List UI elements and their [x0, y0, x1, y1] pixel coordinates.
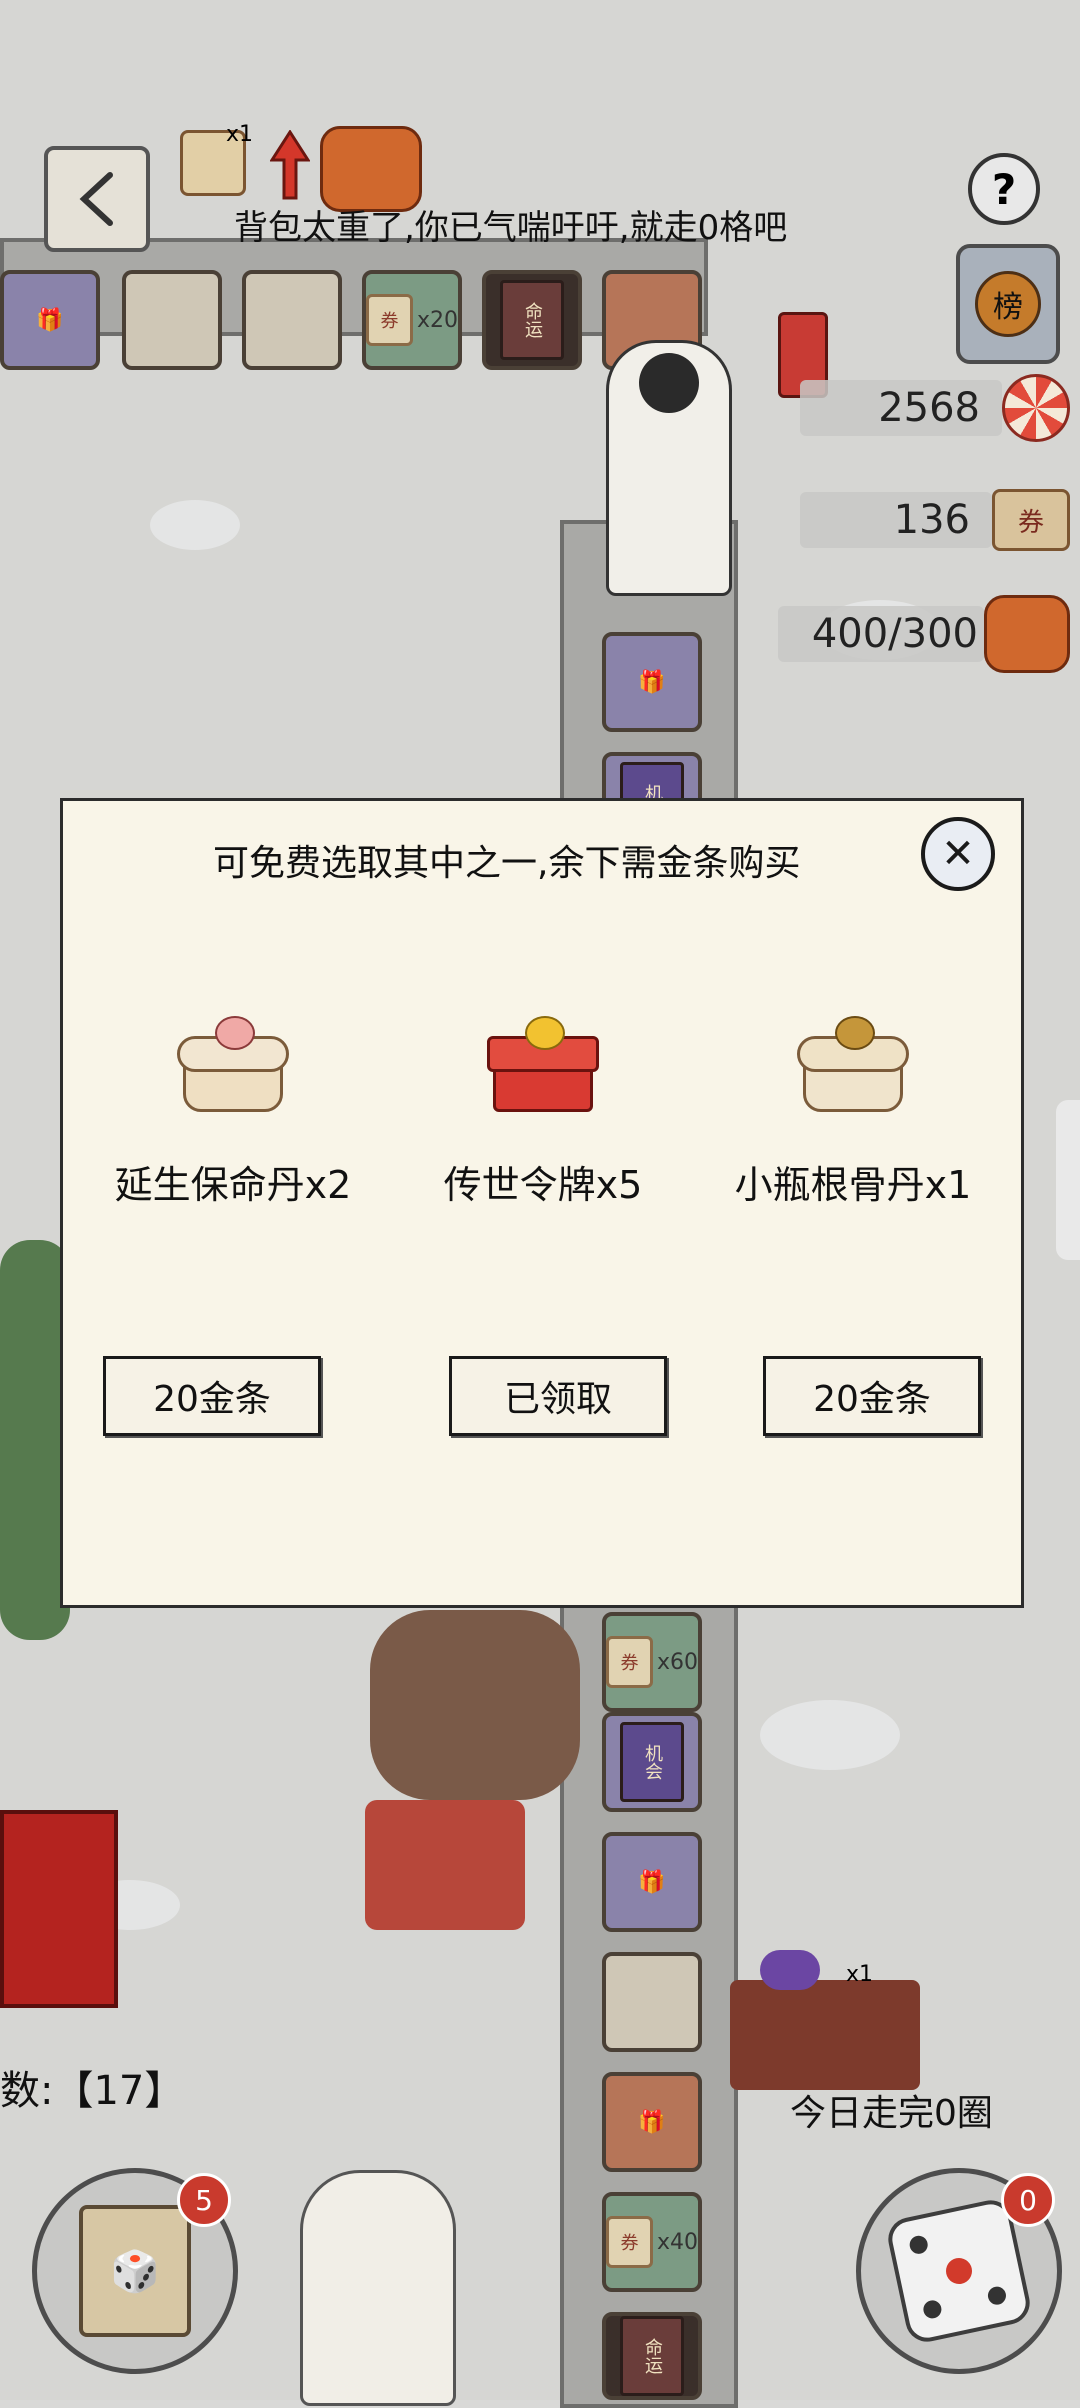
ticket-icon: 券: [992, 489, 1070, 551]
ticket-count: x20: [416, 307, 458, 333]
candy-count: x1: [846, 1962, 874, 1987]
character-hair: [639, 353, 699, 413]
help-button[interactable]: ?: [968, 153, 1040, 225]
option-3[interactable]: 小瓶根骨丹x1: [703, 1016, 1003, 1209]
close-button[interactable]: ✕: [921, 817, 995, 891]
tile-ticket: 券 x40: [602, 2192, 702, 2292]
option-1-label: 延生保命丹x2: [114, 1163, 352, 1207]
snowman-icecream-decoration: [300, 2170, 456, 2406]
close-icon: ✕: [941, 831, 975, 877]
option-3-label: 小瓶根骨丹x1: [734, 1163, 972, 1207]
free-pick-dialog: 可免费选取其中之一,余下需金条购买 ✕ 延生保命丹x2 传世令牌x5 小瓶根骨丹…: [60, 798, 1024, 1608]
roll-dice-button[interactable]: 0: [856, 2168, 1062, 2374]
snow-patch: [150, 500, 240, 550]
tile-gift: 🎁: [602, 2072, 702, 2172]
ticket-count: x40: [656, 2229, 698, 2255]
round-gift-icon: [797, 1016, 909, 1116]
option-1[interactable]: 延生保命丹x2: [83, 1016, 383, 1209]
tile-chance: 机会: [602, 1712, 702, 1812]
teddy-bear-decoration: [370, 1610, 580, 1800]
candy-shop-decoration: [365, 1800, 525, 1930]
tile-fate: 命运: [482, 270, 582, 370]
lollipop-icon: [1002, 374, 1070, 442]
lollipop-resource: 2568: [800, 374, 1070, 442]
steps-remaining-text: 数:【17】: [0, 2068, 185, 2114]
dice-badge: 0: [1001, 2173, 1055, 2227]
red-gift-icon: [487, 1016, 599, 1116]
fate-book-icon: 命运: [500, 280, 564, 360]
option-2-label: 传世令牌x5: [443, 1163, 643, 1207]
tile-gift-shop: 🎁: [602, 1832, 702, 1932]
cards-badge: 5: [177, 2173, 231, 2227]
candy-icon: [760, 1950, 820, 1990]
back-arrow-icon: [79, 172, 113, 226]
claimed-option-2-button[interactable]: 已领取: [449, 1356, 667, 1436]
tile-empty: [602, 1952, 702, 2052]
backpack-load: 400/300: [778, 606, 984, 662]
cards-icon: 🎲: [79, 2205, 191, 2337]
side-drawer-handle[interactable]: [1056, 1100, 1080, 1260]
fate-book-icon: 命运: [620, 2316, 684, 2396]
option-2[interactable]: 传世令牌x5: [393, 1016, 693, 1209]
leaderboard-button[interactable]: 榜: [956, 244, 1060, 364]
ticket-icon: 券: [606, 1636, 653, 1688]
chance-book-icon: 机会: [620, 1722, 684, 1802]
tile-ticket: 券 x60: [602, 1612, 702, 1712]
leaderboard-icon: 榜: [975, 271, 1041, 337]
cream-gift-icon: [177, 1016, 289, 1116]
cabin-decoration: [730, 1980, 920, 2090]
bag-item-count: x1: [226, 122, 254, 147]
backpack-resource: 400/300: [778, 595, 1070, 673]
buy-option-3-button[interactable]: 20金条: [763, 1356, 981, 1436]
player-character: [606, 340, 732, 596]
tile-ticket: 券 x20: [362, 270, 462, 370]
question-icon: ?: [991, 164, 1017, 214]
backpack-resource-icon: [984, 595, 1070, 673]
buy-option-1-button[interactable]: 20金条: [103, 1356, 321, 1436]
dialog-title: 可免费选取其中之一,余下需金条购买: [213, 843, 801, 884]
tile-empty: [242, 270, 342, 370]
tile-gift-shop: 🎁: [0, 270, 100, 370]
back-button[interactable]: [44, 146, 150, 252]
up-arrow-icon: [269, 129, 311, 200]
gift-box-decoration: [0, 1810, 118, 2008]
ticket-resource-count: 136: [800, 492, 992, 548]
tile-empty: [122, 270, 222, 370]
tile-gift-shop: 🎁: [602, 632, 702, 732]
notice-text: 背包太重了,你已气喘吁吁,就走0格吧: [234, 208, 788, 248]
ticket-resource: 136 券: [800, 489, 1070, 551]
ticket-count: x60: [656, 1649, 698, 1675]
ticket-icon: 券: [366, 294, 413, 346]
lollipop-count: 2568: [800, 380, 1002, 436]
today-laps-text: 今日走完0圈: [790, 2093, 993, 2134]
tile-fate: 命运: [602, 2312, 702, 2400]
snow-patch: [760, 1700, 900, 1770]
ticket-icon: 券: [606, 2216, 653, 2268]
cards-button[interactable]: 🎲 5: [32, 2168, 238, 2374]
